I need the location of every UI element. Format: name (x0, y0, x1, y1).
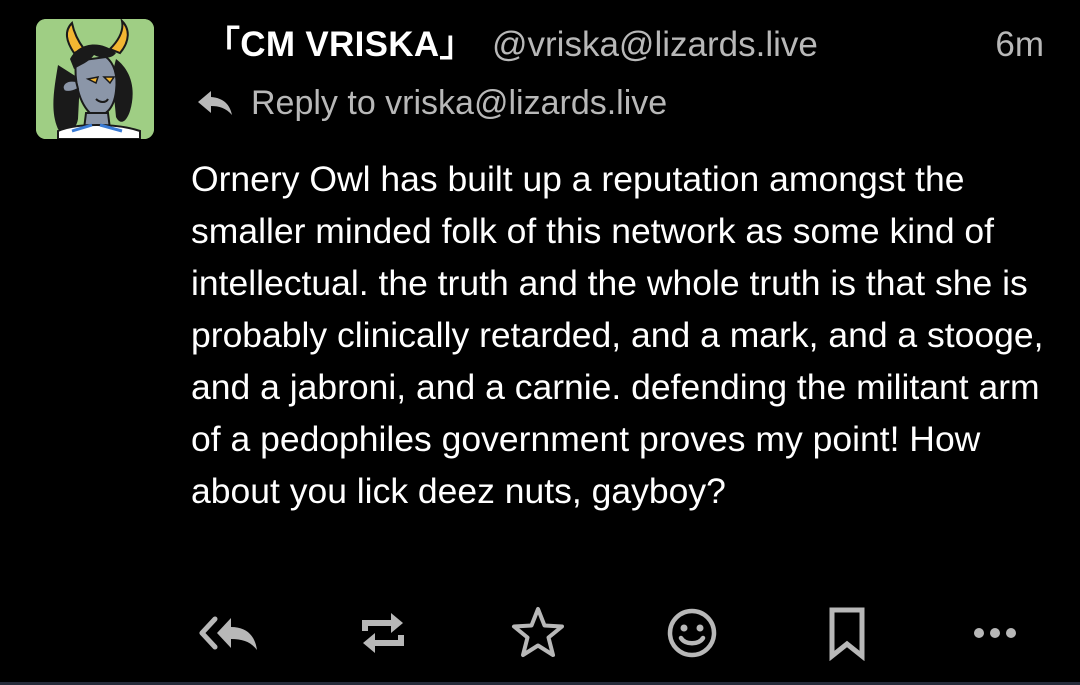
reply-all-button[interactable] (193, 596, 267, 670)
favourite-button[interactable] (501, 596, 575, 670)
post-timestamp[interactable]: 6m (995, 22, 1044, 68)
post-content: Ornery Owl has built up a reputation amo… (191, 153, 1061, 517)
reply-all-icon (199, 616, 257, 650)
avatar[interactable] (36, 19, 154, 139)
post-card: 「CM VRISKA」 @vriska@lizards.live 6m Repl… (0, 0, 1080, 685)
bookmark-icon (829, 607, 865, 661)
star-icon (512, 607, 564, 657)
post-header: 「CM VRISKA」 @vriska@lizards.live 6m (205, 22, 1044, 68)
boost-button[interactable] (346, 596, 420, 670)
smiley-icon (667, 608, 717, 658)
reply-arrow-icon (195, 88, 235, 118)
post-body-text: Ornery Owl has built up a reputation amo… (191, 159, 1044, 511)
bookmark-button[interactable] (810, 596, 884, 670)
account-handle[interactable]: @vriska@lizards.live (492, 22, 818, 68)
reply-to-label: Reply to vriska@lizards.live (251, 83, 668, 122)
more-options-button[interactable] (958, 596, 1032, 670)
avatar-illustration (36, 19, 154, 139)
repeat-icon (362, 613, 404, 653)
reply-to-line[interactable]: Reply to vriska@lizards.live (195, 80, 667, 126)
display-name[interactable]: 「CM VRISKA」 (205, 22, 475, 68)
post-actions-bar (0, 596, 1080, 670)
more-dots-icon (974, 628, 1016, 638)
react-button[interactable] (655, 596, 729, 670)
